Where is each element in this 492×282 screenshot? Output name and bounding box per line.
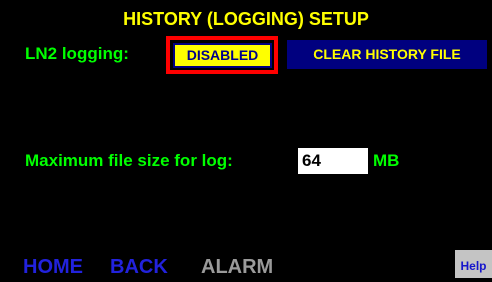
logging-toggle-button[interactable]: DISABLED <box>173 43 272 68</box>
back-button[interactable]: BACK <box>110 255 168 279</box>
help-button[interactable]: Help <box>455 250 492 278</box>
ln2-logging-label: LN2 logging: <box>25 44 129 63</box>
home-button[interactable]: HOME <box>23 255 83 279</box>
file-size-unit-label: MB <box>373 151 400 170</box>
clear-history-file-button[interactable]: CLEAR HISTORY FILE <box>287 40 487 69</box>
max-file-size-label: Maximum file size for log: <box>25 151 233 170</box>
max-file-size-input[interactable] <box>298 148 368 174</box>
page-title: HISTORY (LOGGING) SETUP <box>123 9 369 29</box>
alarm-button[interactable]: ALARM <box>201 255 273 279</box>
